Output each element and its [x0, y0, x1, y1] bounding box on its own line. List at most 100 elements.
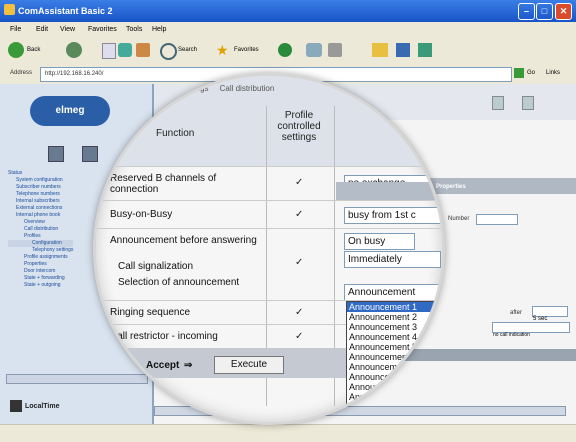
go-icon[interactable]: [514, 68, 524, 78]
back-icon[interactable]: [8, 42, 24, 58]
mail-icon[interactable]: [306, 43, 322, 57]
tree-item[interactable]: Internal phone book: [8, 212, 73, 219]
dropdown-option[interactable]: Announcement 6: [347, 352, 442, 362]
menu-help[interactable]: Help: [152, 26, 166, 33]
menu-bar: File Edit View Favorites Tools Help: [0, 22, 576, 38]
tree-item-selected[interactable]: Configuration: [8, 240, 74, 247]
tree-item[interactable]: External connections: [8, 205, 73, 212]
profile-checkbox[interactable]: ✓: [295, 177, 303, 188]
favorites-icon[interactable]: ★: [216, 43, 230, 57]
accept-label: Accept: [146, 360, 180, 371]
dropdown-option[interactable]: Announcement 1: [347, 302, 442, 312]
dropdown-option[interactable]: Announcement 7: [347, 362, 442, 372]
table-row: Busy-on-Busy ✓ busy from 1st c: [96, 200, 442, 229]
properties-band: [336, 182, 442, 200]
tree-item[interactable]: Status: [8, 170, 73, 177]
number-input[interactable]: [476, 214, 518, 225]
close-button[interactable]: ✕: [555, 3, 572, 20]
home-icon[interactable]: [136, 43, 150, 57]
navigation-tree: Status System configuration Subscriber n…: [8, 170, 74, 289]
menu-edit[interactable]: Edit: [36, 26, 48, 33]
dropdown-option[interactable]: Announcement 10: [347, 392, 442, 402]
menu-favorites[interactable]: Favorites: [88, 26, 117, 33]
history-icon[interactable]: [278, 43, 292, 57]
tab-profile-settings[interactable]: Profile settings: [156, 84, 208, 93]
window-title: ComAssistant Basic 2: [18, 6, 113, 16]
tree-item[interactable]: System configuration: [8, 177, 73, 184]
profile-checkbox[interactable]: ✓: [295, 257, 303, 268]
tree-item[interactable]: State + outgoing: [8, 282, 73, 289]
tree-item[interactable]: Telephone numbers: [8, 191, 73, 198]
search-label[interactable]: Search: [178, 47, 197, 53]
status-bar: [0, 424, 576, 442]
browser-window: ComAssistant Basic 2 – □ ✕ File Edit Vie…: [0, 0, 576, 442]
tree-item[interactable]: Internal subscribers: [8, 198, 73, 205]
dropdown-option[interactable]: Announcement 9: [347, 382, 442, 392]
stop-icon[interactable]: [102, 43, 116, 59]
search-icon[interactable]: [160, 43, 177, 60]
tab-call-distribution[interactable]: Call distribution: [220, 84, 275, 93]
call-indication-select[interactable]: no call indication: [492, 322, 570, 338]
forward-icon[interactable]: [66, 42, 82, 58]
arrow-icon: ⇒: [184, 360, 193, 371]
column-function: Function: [156, 128, 195, 139]
refresh-icon[interactable]: [118, 43, 132, 57]
tree-item[interactable]: Overview: [8, 219, 73, 226]
maximize-button[interactable]: □: [536, 3, 553, 20]
row-label: Reserved B channels of connection: [110, 173, 217, 195]
row-label: Call restrictor - incoming: [110, 331, 218, 342]
minimize-button[interactable]: –: [518, 3, 535, 20]
call-indication-value: no call indication: [493, 332, 530, 338]
dropdown-option[interactable]: Announcement 4: [347, 332, 442, 342]
tree-item[interactable]: Properties: [8, 261, 73, 268]
profile-checkbox[interactable]: ✓: [295, 307, 303, 318]
menu-file[interactable]: File: [10, 26, 21, 33]
brand-icon: [10, 400, 22, 412]
brand-text: LocalTime: [25, 402, 60, 410]
row-sublabel: Call signalization: [118, 261, 194, 272]
busy-on-busy-select[interactable]: busy from 1st c: [344, 207, 442, 224]
tree-item[interactable]: Profile assignments: [8, 254, 73, 261]
lens-tabs: Profile settings Call distribution: [156, 84, 274, 93]
profile-checkbox[interactable]: ✓: [295, 209, 303, 220]
tree-item[interactable]: Profiles: [8, 233, 73, 240]
call-signalization-select[interactable]: Immediately: [344, 251, 441, 268]
tools-icon[interactable]: [418, 43, 432, 57]
number-label: Number: [448, 216, 470, 222]
tree-item[interactable]: State + forwarding: [8, 275, 73, 282]
tree-item[interactable]: Telephony settings: [8, 247, 73, 254]
announcement-select[interactable]: On busy: [344, 233, 415, 250]
dropdown-option[interactable]: Announcement 3: [347, 322, 442, 332]
execute-button[interactable]: Execute: [214, 356, 284, 374]
dropdown-option[interactable]: Announcement 2: [347, 312, 442, 322]
row-sublabel: Selection of announcement: [118, 277, 240, 288]
announcement-selection-select[interactable]: Announcement: [344, 284, 441, 301]
table-row: Announcement before answering Call signa…: [96, 228, 442, 301]
dropdown-option[interactable]: Announcement 8: [347, 372, 442, 382]
announcement-dropdown[interactable]: Announcement 1 Announcement 2 Announceme…: [346, 301, 442, 411]
menu-tools[interactable]: Tools: [126, 26, 142, 33]
folder-icon[interactable]: [372, 43, 388, 57]
favorites-label[interactable]: Favorites: [234, 47, 259, 53]
title-bar: ComAssistant Basic 2 – □ ✕: [0, 0, 576, 22]
menu-view[interactable]: View: [60, 26, 75, 33]
dropdown-option[interactable]: Announcement 5: [347, 342, 442, 352]
app-icon: [4, 4, 15, 15]
magnifier-lens: Profile settings Call distribution Funct…: [93, 73, 445, 425]
address-label: Address: [10, 70, 33, 76]
profile-checkbox[interactable]: ✓: [295, 331, 303, 342]
after-select[interactable]: 5 sec: [532, 306, 568, 322]
phonebook-icon[interactable]: [48, 146, 64, 162]
messenger-icon[interactable]: [396, 43, 410, 57]
tree-item[interactable]: Call distribution: [8, 226, 73, 233]
tree-item[interactable]: Subscriber numbers: [8, 184, 73, 191]
help-icon[interactable]: [492, 96, 504, 110]
toolbar: Back Search ★ Favorites: [0, 38, 576, 65]
print-icon[interactable]: [328, 43, 342, 57]
after-label: after: [510, 310, 523, 316]
go-button[interactable]: Go: [527, 70, 535, 76]
tree-item[interactable]: Door intercom: [8, 268, 73, 275]
print-page-icon[interactable]: [522, 96, 534, 110]
links-label[interactable]: Links: [546, 70, 560, 76]
back-label[interactable]: Back: [27, 47, 40, 53]
